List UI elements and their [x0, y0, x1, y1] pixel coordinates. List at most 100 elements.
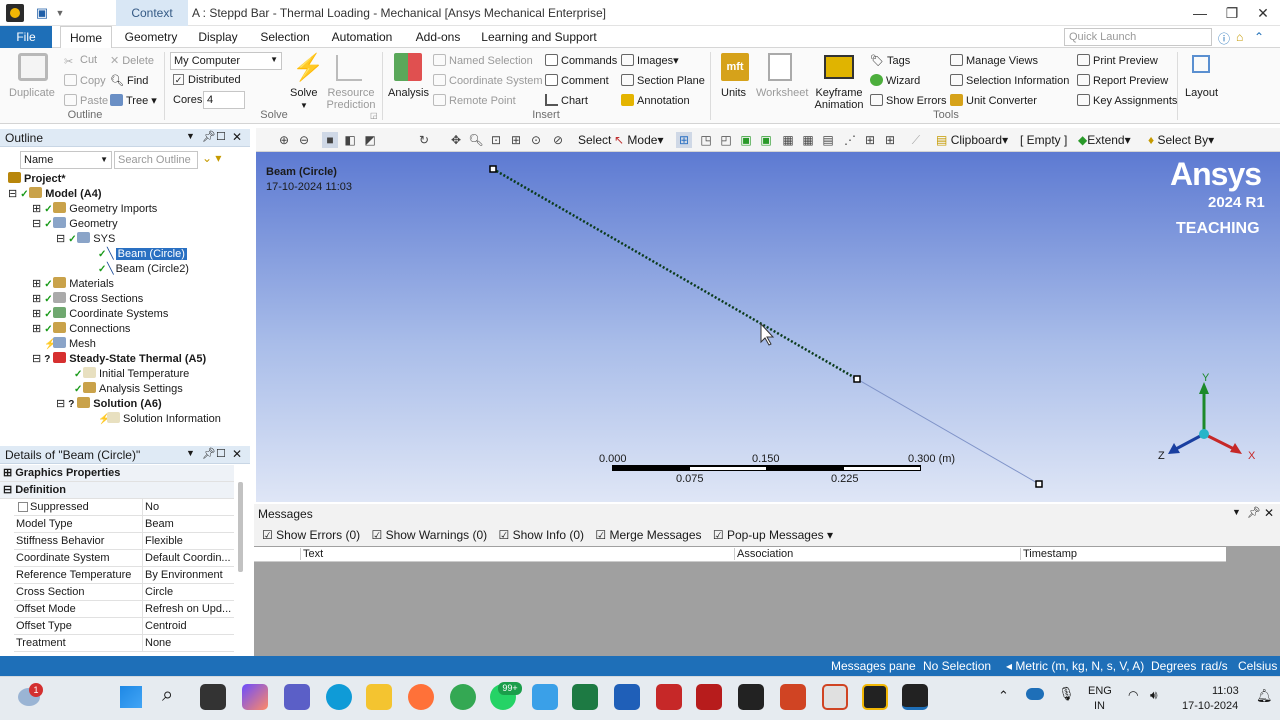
teams-icon[interactable] — [284, 684, 310, 710]
solve-button[interactable]: Solve — [290, 87, 318, 99]
distributed-checkbox[interactable]: ✓ Distributed — [173, 74, 241, 86]
column-association[interactable]: Association — [734, 548, 1020, 560]
show-warnings-checkbox[interactable]: ☑ Show Warnings (0) — [371, 528, 487, 542]
context-tab[interactable]: Context — [116, 0, 188, 26]
details-scrollbar[interactable] — [238, 482, 243, 572]
tree-item-mesh[interactable]: ⚡ Mesh — [44, 337, 96, 352]
clipboard-button[interactable]: ▤ Clipboard▾ — [936, 133, 1008, 147]
onedrive-icon[interactable] — [1026, 688, 1044, 700]
ansys-mechanical-app-icon[interactable] — [6, 4, 24, 22]
select-edge-icon[interactable]: ◰ — [718, 132, 734, 148]
tree-item-geometry[interactable]: ⊟ ✓ Geometry — [32, 217, 118, 232]
solve-group-launcher-icon[interactable]: ◲ — [370, 111, 378, 120]
vertex-marker[interactable] — [489, 165, 497, 173]
language-indicator[interactable]: ENG — [1088, 685, 1112, 697]
coordinate-system-button[interactable]: Coordinate System — [433, 74, 543, 87]
volume-icon[interactable]: 🔊︎ — [1150, 688, 1158, 703]
messages-pin-icon[interactable]: 📌︎ — [1247, 506, 1261, 519]
details-close-icon[interactable]: ✕ — [232, 447, 242, 461]
tree-item-initial-temperature[interactable]: ✓ Initial Temperature — [74, 367, 189, 382]
section-view-icon[interactable]: ◩ — [362, 132, 378, 148]
messages-dropdown-icon[interactable]: ▼ — [1232, 507, 1241, 517]
close-icon[interactable]: ✕ — [1246, 0, 1280, 26]
details-value[interactable]: Flexible — [142, 533, 234, 550]
outline-maximize-icon[interactable]: ☐ — [216, 130, 226, 143]
select-button[interactable]: Select — [578, 133, 611, 147]
vertex-marker[interactable] — [853, 375, 861, 383]
windows-start-icon[interactable] — [120, 686, 142, 708]
select-type-icon[interactable]: ⊞ — [676, 132, 692, 148]
tip-icon[interactable]: ⌂ — [1236, 30, 1243, 44]
tree-item-model[interactable]: ⊟ ✓ Model (A4) — [8, 187, 102, 202]
outline-pin-icon[interactable]: 📌︎ — [202, 130, 216, 143]
images-button[interactable]: Images▾ — [621, 54, 679, 67]
details-value[interactable]: Refresh on Upd... — [142, 601, 234, 618]
column-timestamp[interactable]: Timestamp — [1020, 548, 1226, 560]
magnifier-icon[interactable]: ⊙ — [528, 132, 544, 148]
column-text[interactable]: Text — [300, 548, 734, 560]
chrome-icon[interactable] — [450, 684, 476, 710]
solidworks-icon[interactable] — [696, 684, 722, 710]
worksheet-button[interactable]: Worksheet — [756, 87, 808, 99]
details-value[interactable]: Centroid — [142, 618, 234, 635]
save-icon[interactable]: ▣ — [34, 5, 50, 21]
wireframe-view-icon[interactable]: ◧ — [342, 132, 358, 148]
tree-item-solution[interactable]: ⊟ ? Solution (A6) — [56, 397, 162, 412]
spaceclaim-icon[interactable] — [862, 684, 888, 710]
select-node-icon[interactable]: ▦ — [780, 132, 796, 148]
edge-icon[interactable] — [326, 684, 352, 710]
label-icon[interactable]: ⊞ — [862, 132, 878, 148]
messages-close-icon[interactable]: ✕ — [1264, 506, 1274, 520]
delete-button[interactable]: ✕ Delete — [110, 54, 154, 67]
tab-display[interactable]: Display — [190, 26, 246, 48]
zoom-in-icon[interactable]: ⊕ — [276, 132, 292, 148]
details-value[interactable]: No — [142, 499, 234, 516]
tree-item-beam-circle[interactable]: ✓╲ Beam (Circle) — [98, 247, 187, 262]
details-section-definition[interactable]: ⊟ Definition — [0, 482, 234, 499]
commands-button[interactable]: Commands — [545, 54, 617, 67]
manage-views-button[interactable]: Manage Views — [950, 54, 1038, 67]
powerpoint-icon[interactable] — [780, 684, 806, 710]
cut-button[interactable]: ✂ Cut — [64, 54, 97, 68]
tree-button[interactable]: Tree ▾ — [110, 94, 157, 107]
status-messages-pane[interactable]: Messages pane — [831, 659, 916, 673]
task-view-icon[interactable] — [200, 684, 226, 710]
tree-item-beam-circle2[interactable]: ✓╲ Beam (Circle2) — [98, 262, 189, 277]
tree-item-steady-state-thermal[interactable]: ⊟ ? Steady-State Thermal (A5) — [32, 352, 206, 367]
analysis-button[interactable]: Analysis — [388, 87, 429, 99]
snipping-tool-icon[interactable] — [822, 684, 848, 710]
units-button[interactable]: Units — [721, 87, 746, 99]
select-element-face-icon[interactable]: ▤ — [820, 132, 836, 148]
details-maximize-icon[interactable]: ☐ — [216, 447, 226, 460]
coordinate-triad[interactable] — [1150, 370, 1260, 470]
solid-view-icon[interactable]: ■ — [322, 132, 338, 148]
extend-button[interactable]: ◆Extend▾ — [1078, 133, 1131, 147]
pan-icon[interactable]: ✥ — [448, 132, 464, 148]
cores-input[interactable]: 4 — [203, 91, 245, 109]
outline-filter-icon[interactable]: ⌄ ▾ — [202, 151, 221, 165]
select-body-icon[interactable]: ▣ — [758, 132, 774, 148]
annotation-button[interactable]: Annotation — [621, 94, 690, 107]
acrobat-icon[interactable] — [656, 684, 682, 710]
show-errors-checkbox[interactable]: ☑ Show Errors (0) — [262, 528, 360, 542]
remote-point-button[interactable]: Remote Point — [433, 94, 516, 107]
status-temperature[interactable]: Celsius — [1238, 659, 1277, 673]
beam-circle-line[interactable] — [492, 167, 858, 381]
details-value[interactable]: Default Coordin... — [142, 550, 234, 567]
search-icon[interactable]: ⌕ — [162, 684, 173, 707]
comment-button[interactable]: Comment — [545, 74, 609, 87]
tab-add-ons[interactable]: Add-ons — [408, 26, 468, 48]
resource-prediction-button[interactable]: Resource Prediction — [326, 87, 376, 111]
clock-time[interactable]: 11:03 — [1212, 685, 1239, 697]
key-assignments-button[interactable]: Key Assignments — [1077, 94, 1177, 107]
status-degrees[interactable]: Degrees — [1151, 659, 1196, 673]
select-face-icon[interactable]: ▣ — [738, 132, 754, 148]
wizard-button[interactable]: Wizard — [870, 74, 920, 87]
select-by-button[interactable]: ♦ Select By▾ — [1148, 133, 1214, 147]
outline-close-icon[interactable]: ✕ — [232, 130, 242, 144]
quick-launch-input[interactable]: Quick Launch — [1064, 28, 1212, 46]
mesh-select-icon[interactable]: ⋰ — [842, 132, 858, 148]
tree-item-analysis-settings[interactable]: ✓ Analysis Settings — [74, 382, 183, 397]
tab-home[interactable]: Home — [60, 26, 112, 49]
status-units[interactable]: ◂ Metric (m, kg, N, s, V, A) — [1006, 659, 1144, 673]
